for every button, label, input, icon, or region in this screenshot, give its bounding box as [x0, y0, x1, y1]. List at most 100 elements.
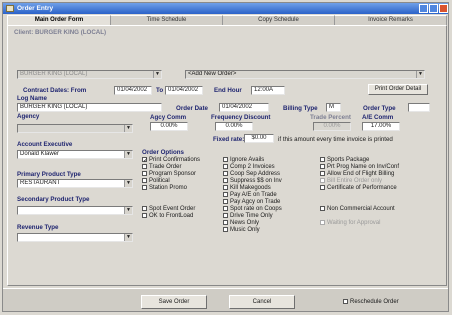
close-icon[interactable]: [439, 4, 448, 13]
checkbox-icon[interactable]: [223, 199, 228, 204]
checkbox-icon[interactable]: [142, 185, 147, 190]
option-program-sponsor[interactable]: Program Sponsor: [142, 171, 196, 178]
option-certificate-of-performance[interactable]: Certificate of Performance: [320, 185, 397, 192]
tab-time-schedule[interactable]: Time Schedule: [111, 15, 223, 25]
option-print-confirmations[interactable]: ✓Print Confirmations: [142, 157, 200, 164]
tab-main-order-form[interactable]: Main Order Form: [7, 15, 111, 25]
option-coop-sep-address[interactable]: Coop Sep Address: [223, 171, 280, 178]
checkbox-icon[interactable]: [343, 299, 348, 304]
secondary-product-type-select[interactable]: ▼: [17, 206, 133, 215]
print-order-detail-button[interactable]: Print Order Detail: [368, 84, 428, 95]
tab-bar: Main Order Form Time Schedule Copy Sched…: [7, 15, 447, 25]
checkbox-icon[interactable]: [223, 185, 228, 190]
chevron-down-icon[interactable]: ▼: [416, 71, 424, 78]
checkbox-icon[interactable]: [223, 157, 228, 162]
option-comp-2-invoices[interactable]: Comp 2 Invoices: [223, 164, 275, 171]
checkbox-icon[interactable]: [320, 178, 325, 183]
chevron-down-icon[interactable]: ▼: [124, 151, 132, 158]
checkbox-icon[interactable]: [142, 206, 147, 211]
option-drive-time-only[interactable]: Drive Time Only: [223, 213, 273, 220]
option-station-promo[interactable]: Station Promo: [142, 185, 187, 192]
option-news-only[interactable]: News Only: [223, 220, 259, 227]
frequency-discount-field[interactable]: 0.00%: [215, 122, 253, 131]
option-label: Pay A/E on Trade: [230, 192, 277, 198]
option-spot-rate-on-coops[interactable]: Spot rate on Coops: [223, 206, 282, 213]
option-bill-entire-order[interactable]: Bill Entire Order only: [320, 178, 382, 185]
advertiser-select[interactable]: BURGER KING (LOCAL) ▼: [17, 70, 162, 79]
order-type-field[interactable]: [408, 103, 430, 112]
option-spot-event-order[interactable]: Spot Event Order: [142, 206, 195, 213]
option-waiting-for-approval[interactable]: Waiting for Approval: [320, 220, 380, 227]
checkbox-icon[interactable]: [320, 164, 325, 169]
maximize-icon[interactable]: [429, 4, 438, 13]
option-political[interactable]: Political: [142, 178, 170, 185]
option-sports-package[interactable]: Sports Package: [320, 157, 369, 164]
cancel-button[interactable]: Cancel: [229, 295, 295, 309]
option-allow-end-of-flight-billing[interactable]: Allow End of Flight Billing: [320, 171, 394, 178]
billing-type-label: Billing Type: [283, 105, 318, 112]
account-executive-value: Donald Klawer: [20, 151, 60, 157]
reschedule-order-checkbox[interactable]: Reschedule Order: [343, 299, 399, 306]
order-select[interactable]: <Add New Order> ▼: [185, 70, 425, 79]
fixed-rate-note: if this amount every time invoice is pri…: [278, 136, 393, 143]
checkbox-icon[interactable]: ✓: [142, 157, 148, 164]
fixed-rate-field[interactable]: $0.00: [244, 134, 274, 143]
trade-percent-field[interactable]: 0.00%: [313, 122, 351, 131]
order-options-label: Order Options: [142, 149, 184, 156]
end-hour-label: End Hour: [214, 87, 242, 94]
checkbox-icon[interactable]: [142, 164, 147, 169]
option-prt-prog-name[interactable]: Prt Prog Name on Inv/Conf: [320, 164, 399, 171]
order-date-field[interactable]: 01/04/2002: [219, 103, 269, 112]
agcy-comm-field[interactable]: 0.00%: [150, 122, 188, 131]
chevron-down-icon[interactable]: ▼: [124, 180, 132, 187]
title-bar: Order Entry: [3, 3, 448, 14]
primary-product-type-label: Primary Product Type: [17, 171, 81, 178]
chevron-down-icon[interactable]: ▼: [124, 234, 132, 241]
log-name-field[interactable]: BURGER KING (LOCAL): [17, 103, 162, 112]
option-label: Sports Package: [327, 157, 370, 163]
option-suppress-on-inv[interactable]: Suppress $$ on Inv: [223, 178, 282, 185]
checkbox-icon[interactable]: [320, 157, 325, 162]
contract-to-field[interactable]: 01/04/2002: [165, 86, 203, 95]
checkbox-icon[interactable]: [223, 213, 228, 218]
account-executive-select[interactable]: Donald Klawer ▼: [17, 150, 133, 159]
checkbox-icon[interactable]: [142, 213, 147, 218]
reschedule-order-label: Reschedule Order: [350, 299, 399, 305]
chevron-down-icon[interactable]: ▼: [124, 207, 132, 214]
ae-comm-field[interactable]: 17.00%: [362, 122, 400, 131]
chevron-down-icon[interactable]: ▼: [124, 125, 132, 132]
option-non-commercial-account[interactable]: Non Commercial Account: [320, 206, 395, 213]
tab-invoice-remarks[interactable]: Invoice Remarks: [335, 15, 447, 25]
checkbox-icon[interactable]: [223, 206, 228, 211]
contract-from-field[interactable]: 01/04/2002: [114, 86, 152, 95]
option-label: Program Sponsor: [149, 171, 197, 177]
checkbox-icon[interactable]: [142, 178, 147, 183]
end-hour-field[interactable]: 12:00A: [251, 86, 285, 95]
agency-select[interactable]: ▼: [17, 124, 133, 133]
tab-copy-schedule[interactable]: Copy Schedule: [223, 15, 335, 25]
option-music-only[interactable]: Music Only: [223, 227, 260, 234]
checkbox-icon[interactable]: [223, 171, 228, 176]
save-order-button[interactable]: Save Order: [141, 295, 207, 309]
checkbox-icon[interactable]: [223, 164, 228, 169]
option-pay-agcy-on-trade[interactable]: Pay Agcy on Trade: [223, 199, 280, 206]
checkbox-icon[interactable]: [320, 185, 325, 190]
checkbox-icon[interactable]: [320, 206, 325, 211]
minimize-icon[interactable]: [419, 4, 428, 13]
revenue-type-select[interactable]: ▼: [17, 233, 133, 242]
option-pay-ae-on-trade[interactable]: Pay A/E on Trade: [223, 192, 277, 199]
option-trade-order[interactable]: Trade Order: [142, 164, 181, 171]
checkbox-icon[interactable]: [320, 220, 325, 225]
checkbox-icon[interactable]: [142, 171, 147, 176]
checkbox-icon[interactable]: [320, 171, 325, 176]
option-kill-makegoods[interactable]: Kill Makegoods: [223, 185, 271, 192]
chevron-down-icon[interactable]: ▼: [153, 71, 161, 78]
checkbox-icon[interactable]: [223, 220, 228, 225]
primary-product-type-select[interactable]: RESTAURANT ▼: [17, 179, 133, 188]
billing-type-field[interactable]: M: [326, 103, 341, 112]
option-ignore-avails[interactable]: Ignore Avails: [223, 157, 264, 164]
option-ok-to-frontload[interactable]: OK to FrontLoad: [142, 213, 193, 220]
checkbox-icon[interactable]: [223, 192, 228, 197]
checkbox-icon[interactable]: [223, 227, 228, 232]
checkbox-icon[interactable]: [223, 178, 228, 183]
